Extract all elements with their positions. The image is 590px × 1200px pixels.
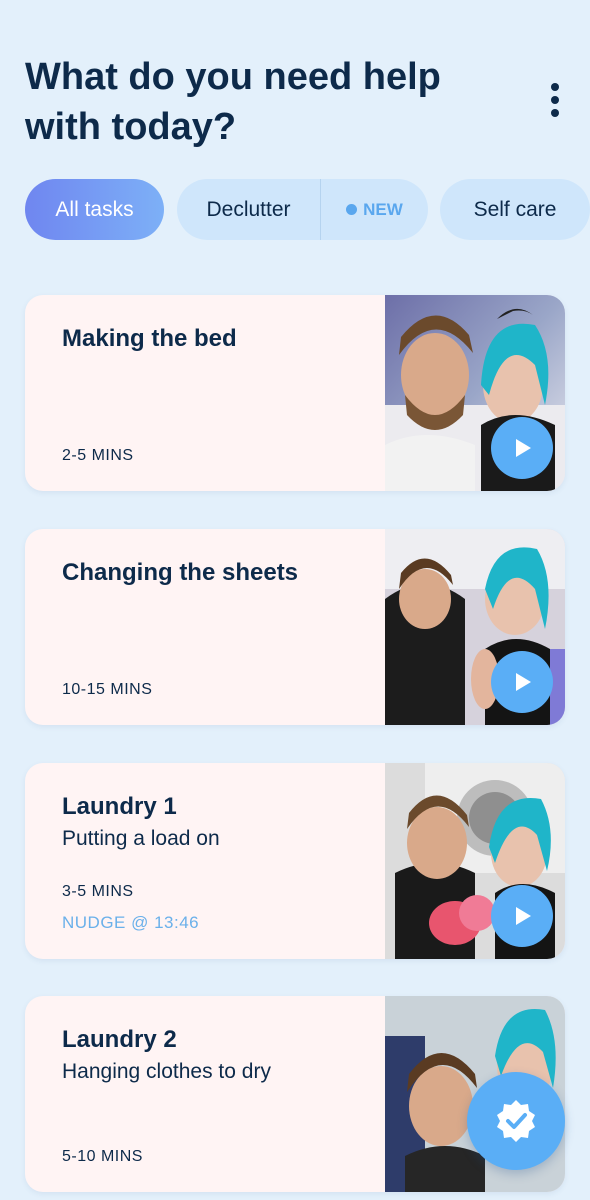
task-subtitle: Hanging clothes to dry xyxy=(62,1060,271,1083)
task-duration: 10-15 MINS xyxy=(62,681,153,698)
task-subtitle: Putting a load on xyxy=(62,827,220,850)
play-icon xyxy=(516,907,531,925)
task-title: Laundry 2 xyxy=(62,1026,177,1053)
task-title: Laundry 1 xyxy=(62,793,177,820)
play-icon xyxy=(516,439,531,457)
task-duration: 3-5 MINS xyxy=(62,883,134,900)
task-duration: 5-10 MINS xyxy=(62,1148,143,1165)
task-card-laundry-1[interactable]: Laundry 1 Putting a load on 3-5 MINS NUD… xyxy=(25,763,565,959)
new-dot-icon xyxy=(346,204,358,215)
task-card-making-bed[interactable]: Making the bed 2-5 MINS xyxy=(25,295,565,491)
filter-chips: All tasks Declutter NEW Self care xyxy=(25,179,590,240)
new-badge: NEW xyxy=(321,200,428,220)
chip-all-tasks[interactable]: All tasks xyxy=(25,179,164,240)
play-button[interactable] xyxy=(491,651,553,713)
chip-declutter-label: Declutter xyxy=(206,197,291,221)
play-button[interactable] xyxy=(491,885,553,947)
more-options-button[interactable] xyxy=(538,80,572,120)
chip-declutter[interactable]: Declutter NEW xyxy=(177,179,428,240)
task-card-changing-sheets[interactable]: Changing the sheets 10-15 MINS xyxy=(25,529,565,725)
task-duration: 2-5 MINS xyxy=(62,447,134,464)
chip-self-care[interactable]: Self care xyxy=(440,179,590,240)
play-icon xyxy=(516,673,531,691)
new-badge-label: NEW xyxy=(363,199,403,219)
verified-fab-button[interactable] xyxy=(467,1072,565,1170)
play-button[interactable] xyxy=(491,417,553,479)
more-vert-icon xyxy=(551,83,559,91)
verified-badge-icon xyxy=(497,1100,535,1142)
task-nudge: NUDGE @ 13:46 xyxy=(62,913,200,932)
task-title: Making the bed xyxy=(62,325,237,352)
task-title: Changing the sheets xyxy=(62,559,299,586)
page-title: What do you need help with today? xyxy=(25,56,441,148)
